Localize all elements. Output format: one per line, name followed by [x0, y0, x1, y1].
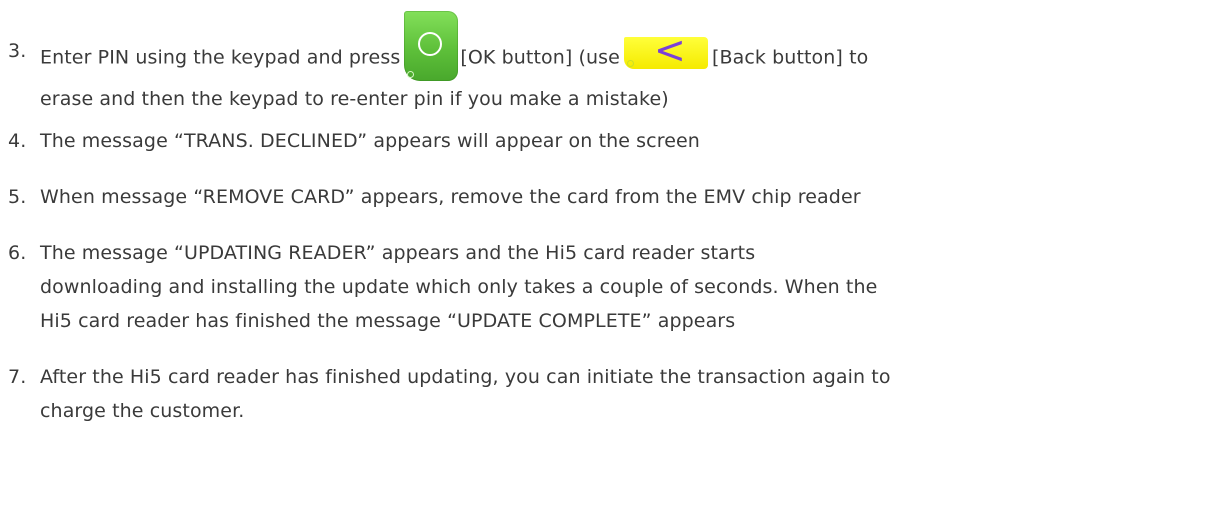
step-line: downloading and installing the update wh… — [40, 276, 878, 298]
step-body: The message “UPDATING READER” appears an… — [40, 236, 1215, 338]
step-body: The message “TRANS. DECLINED” appears wi… — [40, 124, 1215, 158]
step-number: 3. — [8, 40, 27, 62]
step-line: Hi5 card reader has finished the message… — [40, 310, 736, 332]
step-number: 7. — [8, 366, 27, 388]
ok-dot-icon — [407, 71, 415, 78]
step-line: The message “UPDATING READER” appears an… — [40, 242, 756, 264]
step-text: Enter PIN using the keypad and press — [40, 46, 401, 69]
step-body: When message “REMOVE CARD” appears, remo… — [40, 180, 1215, 214]
step-line: erase and then the keypad to re-enter pi… — [40, 88, 669, 110]
step-line: charge the customer. — [40, 400, 245, 422]
step-body: Enter PIN using the keypad and press [OK … — [40, 11, 1215, 116]
ok-circle-icon — [418, 32, 443, 56]
step-text: [Back button] to — [711, 46, 869, 69]
ok-button-image — [404, 11, 459, 81]
instruction-steps: 3. Enter PIN using the keypad and press [… — [0, 0, 1215, 510]
step-number: 5. — [8, 186, 27, 208]
step-number: 6. — [8, 242, 27, 264]
step-line: The message “TRANS. DECLINED” appears wi… — [40, 130, 700, 152]
chevron-left-icon: < — [653, 28, 686, 72]
step-line: After the Hi5 card reader has finished u… — [40, 366, 891, 388]
step-line: When message “REMOVE CARD” appears, remo… — [40, 186, 861, 208]
step-body: After the Hi5 card reader has finished u… — [40, 360, 1215, 428]
step-number: 4. — [8, 130, 27, 152]
back-dot-icon — [626, 60, 634, 67]
step-line: Enter PIN using the keypad and press [OK … — [40, 11, 1215, 82]
step-text: [OK button] (use — [460, 46, 620, 69]
back-button-image: < — [623, 31, 708, 69]
